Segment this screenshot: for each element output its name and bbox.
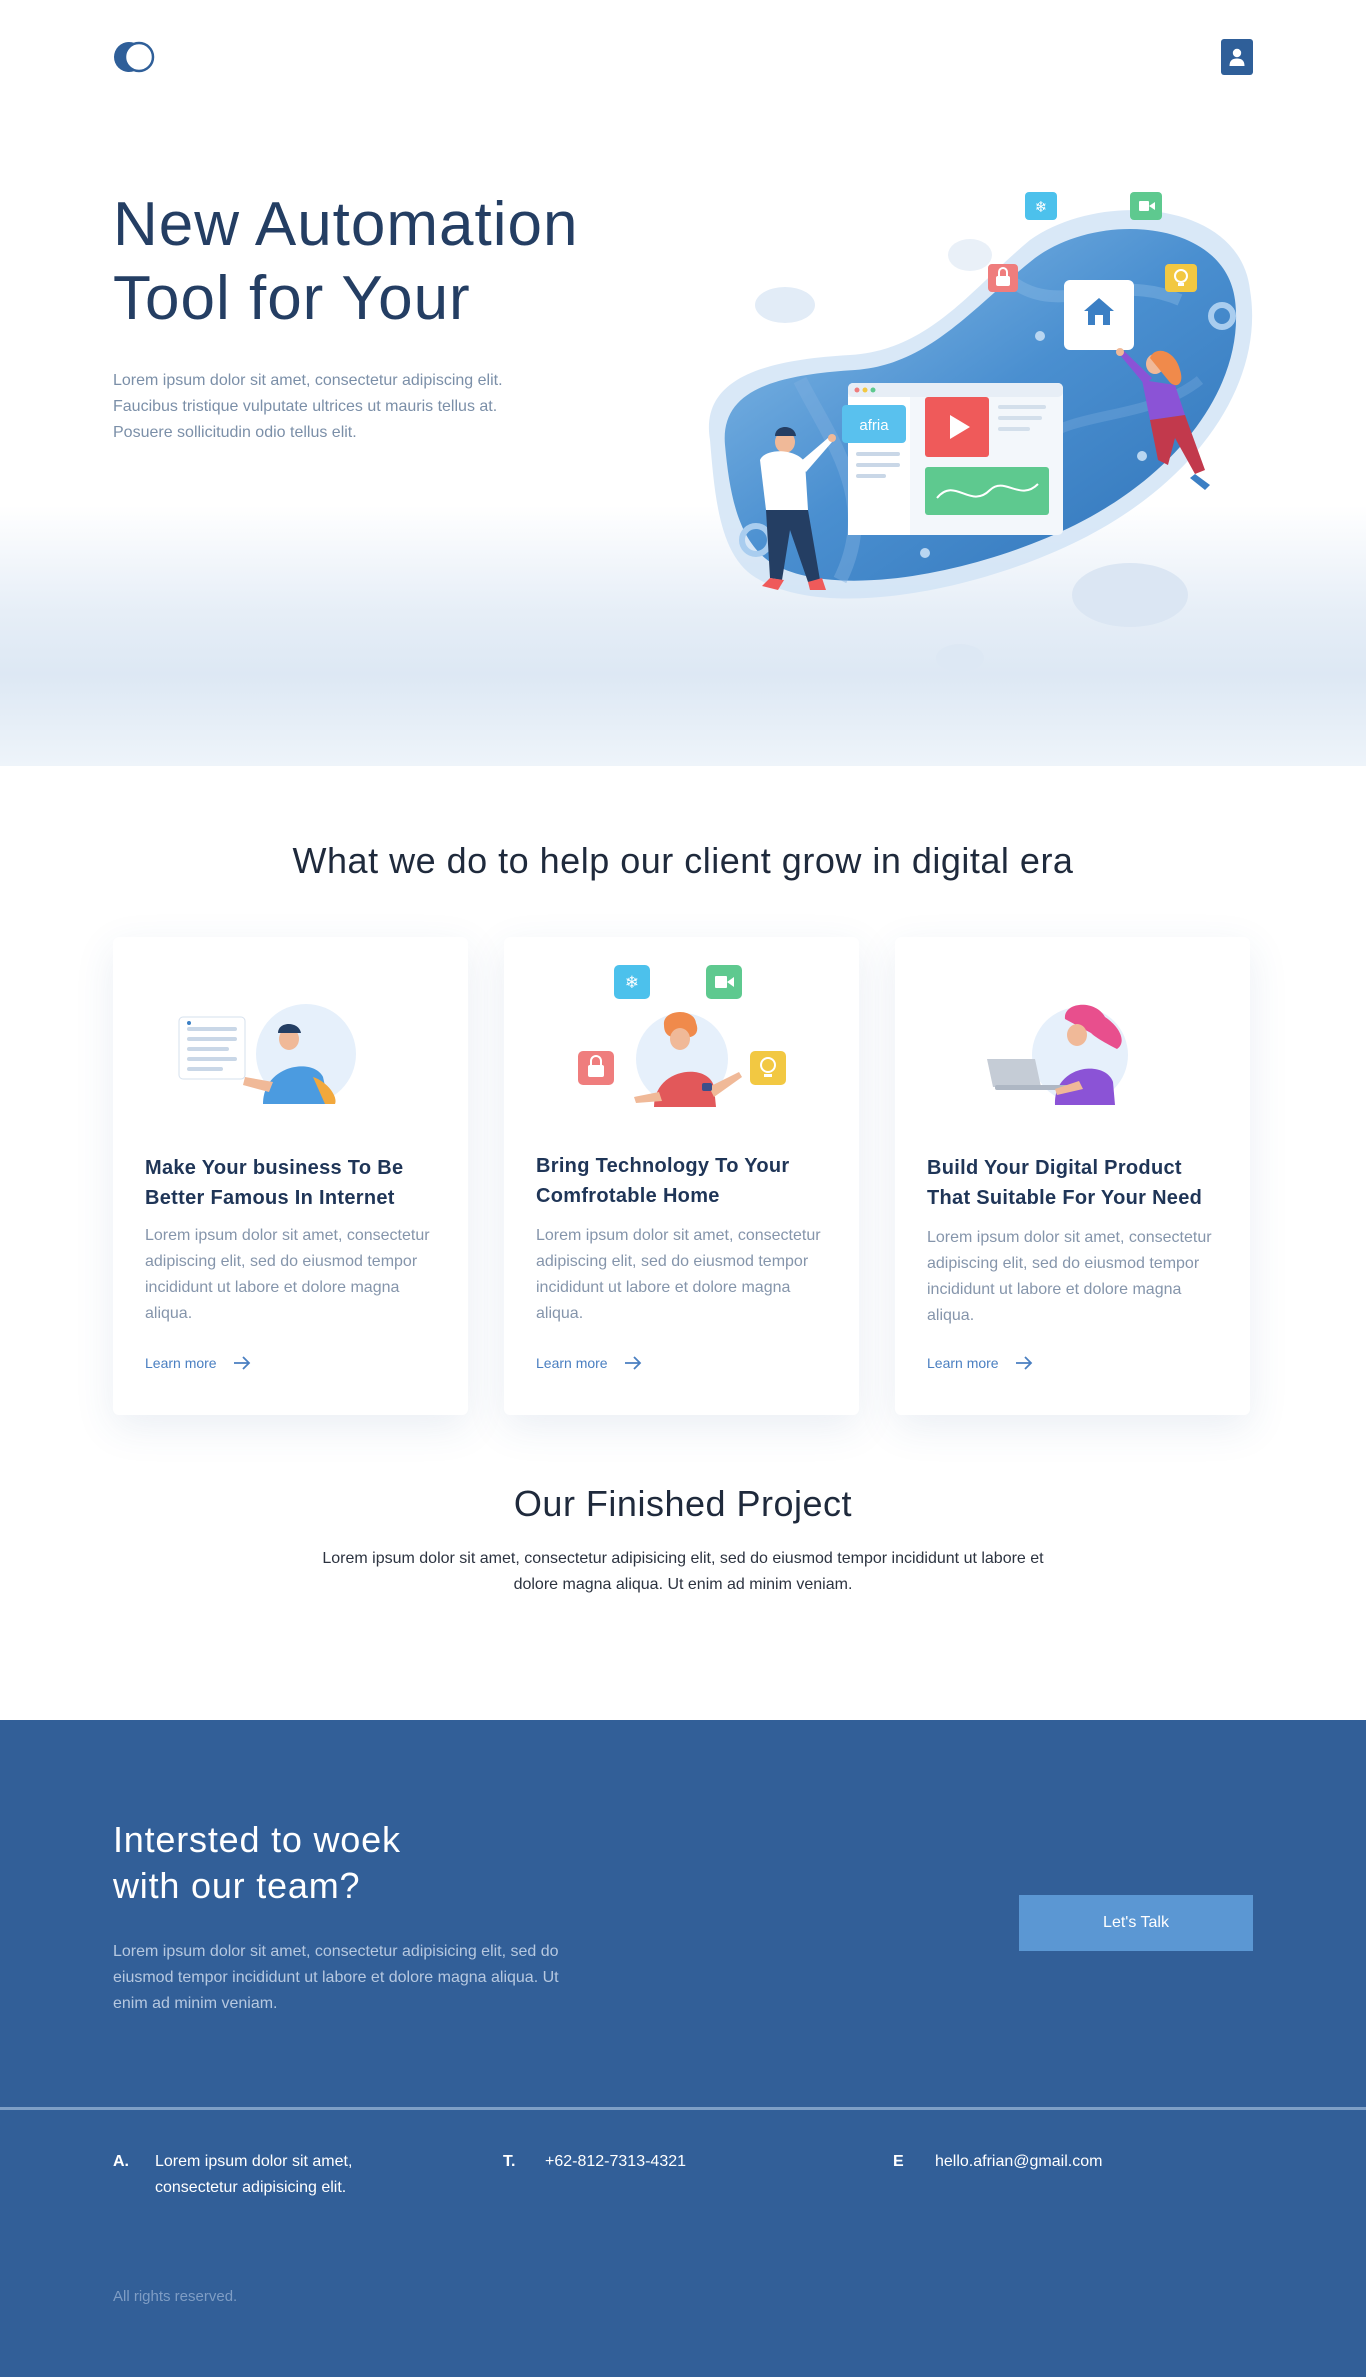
email-key: E bbox=[893, 2153, 904, 2170]
service-card: Build Your Digital Product That Suitable… bbox=[895, 937, 1250, 1415]
hero-illustration: ❄ afria bbox=[680, 180, 1260, 690]
card-description: Lorem ipsum dolor sit amet, consectetur … bbox=[536, 1227, 821, 1322]
contact-email: E hello.afrian@gmail.com bbox=[893, 2149, 1102, 2175]
hero-text-block: New Automation Tool for Your Lorem ipsum… bbox=[113, 150, 668, 498]
hero-title: New Automation Tool for Your bbox=[113, 188, 668, 336]
service-card: ❄ Bring Technology To Your Comfrotable H… bbox=[504, 937, 859, 1415]
cta-title-line1: Intersted to woek bbox=[113, 1819, 401, 1860]
service-card: Make Your business To Be Better Famous I… bbox=[113, 937, 468, 1415]
hero-title-line1: New Automation bbox=[113, 190, 579, 259]
cta-description: Lorem ipsum dolor sit amet, consectetur … bbox=[113, 1943, 559, 2012]
services-header: What we do to help our client grow in di… bbox=[113, 812, 1253, 910]
arrow-right-icon bbox=[1015, 1356, 1032, 1370]
learn-more-label: Learn more bbox=[536, 1355, 608, 1371]
lets-talk-button[interactable]: Let's Talk bbox=[1019, 1895, 1253, 1951]
phone-key: T. bbox=[503, 2153, 516, 2170]
contact-phone: T. +62-812-7313-4321 bbox=[503, 2149, 686, 2175]
learn-more-label: Learn more bbox=[927, 1355, 999, 1371]
hero-description: Lorem ipsum dolor sit amet, consectetur … bbox=[113, 372, 503, 441]
services-title: What we do to help our client grow in di… bbox=[292, 840, 1074, 881]
arrow-right-icon bbox=[233, 1356, 250, 1370]
contact-info: A. Lorem ipsum dolor sit amet, consectet… bbox=[113, 2125, 1253, 2225]
cta-title-line2: with our team? bbox=[113, 1865, 361, 1906]
contact-address: A. Lorem ipsum dolor sit amet, consectet… bbox=[113, 2149, 352, 2201]
cta-text: Intersted to woek with our team? Lorem i… bbox=[113, 1795, 601, 2073]
top-navbar bbox=[113, 27, 1253, 79]
copyright-text: All rights reserved. bbox=[113, 2288, 238, 2305]
email-value[interactable]: hello.afrian@gmail.com bbox=[935, 2149, 1102, 2175]
footer-divider bbox=[0, 2107, 1366, 2110]
address-key: A. bbox=[113, 2153, 129, 2170]
illustration-badge: afria bbox=[859, 417, 889, 434]
brand-logo-icon[interactable] bbox=[113, 41, 159, 73]
digital-product-illustration bbox=[895, 947, 1250, 1127]
hero-title-line2: Tool for Your bbox=[113, 264, 471, 333]
svg-text:❄: ❄ bbox=[1035, 198, 1048, 216]
arrow-right-icon bbox=[624, 1356, 641, 1370]
learn-more-link[interactable]: Learn more bbox=[927, 1351, 1033, 1375]
card-description: Lorem ipsum dolor sit amet, consectetur … bbox=[145, 1227, 430, 1322]
learn-more-label: Learn more bbox=[145, 1355, 217, 1371]
svg-text:❄: ❄ bbox=[625, 973, 639, 993]
learn-more-link[interactable]: Learn more bbox=[536, 1351, 642, 1375]
cta-block: Intersted to woek with our team? Lorem i… bbox=[113, 1730, 1253, 2110]
user-icon[interactable] bbox=[1221, 39, 1253, 75]
card-title: Bring Technology To Your Comfrotable Hom… bbox=[536, 1155, 790, 1207]
projects-description: Lorem ipsum dolor sit amet, consectetur … bbox=[322, 1550, 1044, 1593]
projects-section: Our Finished Project Lorem ipsum dolor s… bbox=[113, 1466, 1253, 1642]
phone-value[interactable]: +62-812-7313-4321 bbox=[545, 2149, 686, 2175]
smart-home-illustration: ❄ bbox=[504, 947, 859, 1127]
address-value: Lorem ipsum dolor sit amet, consectetur … bbox=[155, 2149, 352, 2201]
footer: Intersted to woek with our team? Lorem i… bbox=[0, 1720, 1366, 2377]
learn-more-link[interactable]: Learn more bbox=[145, 1351, 251, 1375]
card-title: Make Your business To Be Better Famous I… bbox=[145, 1157, 404, 1209]
address-line2: consectetur adipisicing elit. bbox=[155, 2179, 347, 2196]
card-title: Build Your Digital Product That Suitable… bbox=[927, 1157, 1203, 1209]
projects-title: Our Finished Project bbox=[513, 1483, 853, 1524]
card-description: Lorem ipsum dolor sit amet, consectetur … bbox=[927, 1229, 1212, 1324]
services-cards: Make Your business To Be Better Famous I… bbox=[113, 937, 1253, 1417]
cta-title: Intersted to woek with our team? bbox=[113, 1817, 601, 1909]
business-illustration bbox=[113, 947, 468, 1127]
address-line1: Lorem ipsum dolor sit amet, bbox=[155, 2153, 353, 2170]
hero-section: New Automation Tool for Your Lorem ipsum… bbox=[0, 0, 1366, 766]
